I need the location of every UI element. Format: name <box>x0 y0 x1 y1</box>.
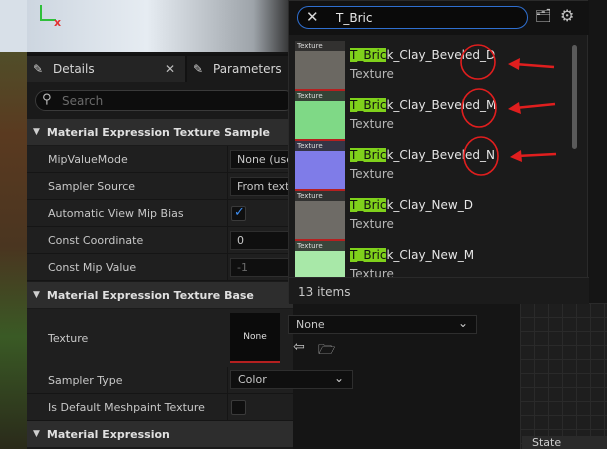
thumb-label: Texture <box>295 91 345 101</box>
column-divider[interactable] <box>227 394 228 420</box>
category-texture-sample[interactable]: ▼ Material Expression Texture Sample <box>27 119 293 145</box>
asset-search-input[interactable]: ✕ T_Bric <box>297 6 528 29</box>
column-divider[interactable] <box>227 200 228 226</box>
thumb-label: Texture <box>295 141 345 151</box>
clear-search-icon[interactable]: ✕ <box>306 8 319 26</box>
tab-state-label: State <box>532 436 562 449</box>
asset-search-text: T_Bric <box>336 11 373 25</box>
sampler-type-value: Color <box>238 373 267 386</box>
details-search-input[interactable]: ⚲ Search <box>35 90 295 111</box>
browse-folder-icon[interactable]: 🗁 <box>318 339 336 358</box>
property-row-mipvaluemode: MipValueMode None (use <box>27 146 300 173</box>
thumb-label: Texture <box>295 191 345 201</box>
folder-icon[interactable]: 🗂 <box>535 9 553 25</box>
property-label: MipValueMode <box>48 153 128 166</box>
asset-item[interactable]: Texture T_Brick_Clay_New_M Texture <box>295 241 570 277</box>
texture-thumbnail: Texture <box>295 91 345 141</box>
texture-thumbnail: Texture <box>295 191 345 241</box>
category-texture-base[interactable]: ▼ Material Expression Texture Base <box>27 282 293 308</box>
thumb-label: Texture <box>295 241 345 251</box>
sampler-type-dropdown[interactable]: Color ⌄ <box>230 370 353 389</box>
property-row-auto-view-mip-bias: Automatic View Mip Bias <box>27 200 293 227</box>
category-label: Material Expression <box>46 427 170 441</box>
editor-window: x ✎ Details ✕ ✎ Parameters ⚲ Search ▼ Ma… <box>0 0 607 449</box>
asset-picker-header: ✕ T_Bric 🗂 ⚙ <box>289 1 589 35</box>
close-icon[interactable]: ✕ <box>165 62 175 76</box>
asset-type: Texture <box>350 67 394 81</box>
item-count: 13 items <box>298 285 351 299</box>
property-label: Const Coordinate <box>48 234 144 247</box>
details-search-row: ⚲ Search <box>27 84 295 118</box>
asset-item[interactable]: Texture T_Brick_Clay_Beveled_N Texture <box>295 141 570 191</box>
texture-asset-dropdown[interactable]: None ⌄ <box>288 315 477 334</box>
asset-item[interactable]: Texture T_Brick_Clay_New_D Texture <box>295 191 570 241</box>
column-divider[interactable] <box>227 254 228 280</box>
texture-thumbnail-text: None <box>243 332 267 342</box>
chevron-down-icon: ⌄ <box>333 371 344 385</box>
asset-item[interactable]: Texture T_Brick_Clay_Beveled_D Texture <box>295 41 570 91</box>
material-preview-viewport[interactable] <box>27 0 293 52</box>
search-icon: ⚲ <box>42 92 52 107</box>
details-panel: ✎ Details ✕ ✎ Parameters ⚲ Search ▼ Mate… <box>27 54 300 449</box>
asset-picker-popup: ✕ T_Bric 🗂 ⚙ Texture T_Brick_Clay_Bevele… <box>288 0 589 304</box>
asset-type: Texture <box>350 267 394 277</box>
gear-icon[interactable]: ⚙ <box>560 6 574 25</box>
collapse-triangle-icon: ▼ <box>33 429 40 439</box>
viewport-frame <box>0 0 27 52</box>
tab-details[interactable]: ✎ Details ✕ <box>27 56 185 82</box>
property-row-sampler-source: Sampler Source From textu <box>27 173 300 200</box>
category-material-expression[interactable]: ▼ Material Expression <box>27 421 293 447</box>
asset-name: T_Brick_Clay_New_M <box>350 248 475 262</box>
asset-name: T_Brick_Clay_Beveled_N <box>350 148 495 162</box>
tab-details-label: Details <box>53 62 95 76</box>
pencil-icon: ✎ <box>33 62 44 76</box>
panel-tab-bar: ✎ Details ✕ ✎ Parameters <box>27 54 293 82</box>
texture-thumbnail: Texture <box>295 241 345 277</box>
use-selected-asset-icon[interactable]: ⇦ <box>293 339 311 357</box>
texture-thumbnail[interactable]: None <box>230 313 280 363</box>
column-divider[interactable] <box>227 146 228 172</box>
column-divider[interactable] <box>227 173 228 199</box>
texture-dropdown-value: None <box>296 318 325 331</box>
asset-type: Texture <box>350 167 394 181</box>
property-label: Const Mip Value <box>48 261 137 274</box>
tab-parameters[interactable]: ✎ Parameters <box>187 56 293 82</box>
chevron-down-icon: ⌄ <box>457 316 468 330</box>
asset-list-scrollbar[interactable] <box>572 45 577 149</box>
asset-name: T_Brick_Clay_Beveled_M <box>350 98 497 112</box>
property-label: Automatic View Mip Bias <box>48 207 184 220</box>
column-divider[interactable] <box>227 227 228 253</box>
meshpaint-checkbox[interactable] <box>231 400 246 415</box>
texture-thumbnail: Texture <box>295 41 345 91</box>
collapse-triangle-icon: ▼ <box>33 290 40 300</box>
asset-type: Texture <box>350 117 394 131</box>
axis-x-label: x <box>54 16 62 29</box>
property-label: Sampler Source <box>48 180 136 193</box>
thumb-label: Texture <box>295 41 345 51</box>
category-label: Material Expression Texture Sample <box>46 125 270 139</box>
property-label: Is Default Meshpaint Texture <box>48 401 205 414</box>
category-label: Material Expression Texture Base <box>46 288 254 302</box>
level-viewport-background <box>0 0 27 449</box>
texture-thumbnail: Texture <box>295 141 345 191</box>
property-row-const-mip-value: Const Mip Value -1 <box>27 254 300 281</box>
collapse-triangle-icon: ▼ <box>33 127 40 137</box>
search-placeholder: Search <box>62 94 104 108</box>
asset-type: Texture <box>350 217 394 231</box>
auto-view-mip-bias-checkbox[interactable] <box>231 205 246 221</box>
property-label: Sampler Type <box>48 374 123 387</box>
property-label: Texture <box>48 332 89 345</box>
column-divider[interactable] <box>227 367 228 393</box>
asset-item[interactable]: Texture T_Brick_Clay_Beveled_M Texture <box>295 91 570 141</box>
asset-picker-footer: 13 items <box>289 277 589 304</box>
property-row-texture: Texture None <box>27 309 293 371</box>
asset-name: T_Brick_Clay_New_D <box>350 198 473 212</box>
tab-state[interactable]: State <box>522 436 607 449</box>
asset-name: T_Brick_Clay_Beveled_D <box>350 48 496 62</box>
property-row-const-coordinate: Const Coordinate 0 <box>27 227 300 254</box>
material-graph-canvas[interactable] <box>520 303 607 449</box>
pencil-icon: ✎ <box>193 62 204 76</box>
tab-parameters-label: Parameters <box>213 62 282 76</box>
property-row-meshpaint: Is Default Meshpaint Texture <box>27 394 293 421</box>
